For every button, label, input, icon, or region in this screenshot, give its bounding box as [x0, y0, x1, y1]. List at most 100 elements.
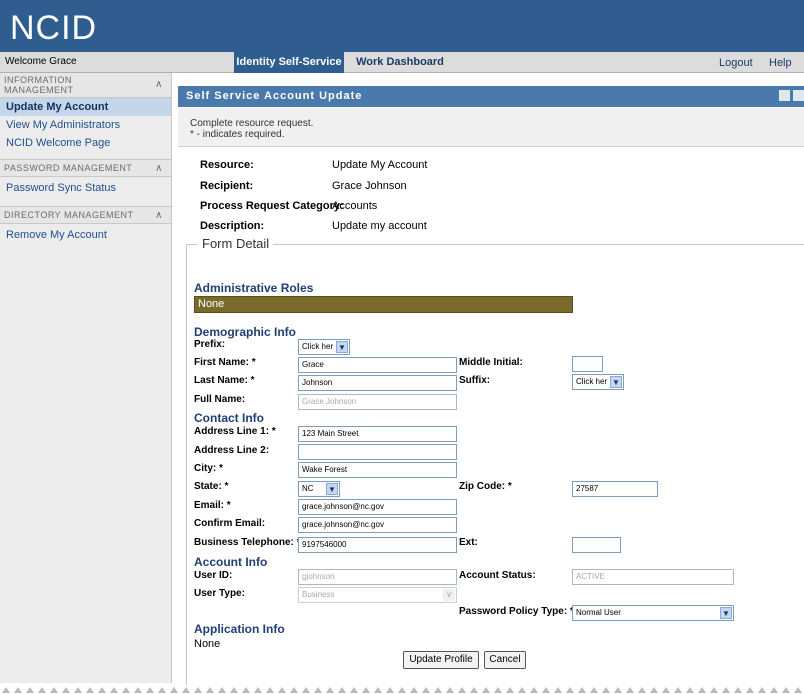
- sidebar-section-information-management[interactable]: INFORMATION MANAGEMENT ∧: [0, 73, 171, 98]
- user-type-select: Business ∨: [298, 587, 457, 603]
- city-field[interactable]: Wake Forest: [298, 462, 457, 478]
- sidebar-item-ncid-welcome-page[interactable]: NCID Welcome Page: [0, 134, 171, 152]
- edge-triangle: [206, 687, 214, 693]
- edge-triangle: [134, 687, 142, 693]
- demographic-info-heading: Demographic Info: [194, 325, 297, 339]
- edge-triangle: [410, 687, 418, 693]
- sidebar: INFORMATION MANAGEMENT ∧ Update My Accou…: [0, 73, 172, 683]
- edge-triangle: [710, 687, 718, 693]
- sidebar-item-remove-my-account[interactable]: Remove My Account: [0, 226, 171, 244]
- ext-field[interactable]: [572, 537, 621, 553]
- edge-triangle: [218, 687, 226, 693]
- address-line-2-field[interactable]: [298, 444, 457, 460]
- edge-triangle: [638, 687, 646, 693]
- tab-work-dashboard[interactable]: Work Dashboard: [350, 52, 450, 72]
- first-name-field[interactable]: Grace: [298, 357, 457, 373]
- edge-triangle: [626, 687, 634, 693]
- edge-triangle: [74, 687, 82, 693]
- address-line-2-label: Address Line 2:: [194, 445, 270, 456]
- chevron-up-icon[interactable]: ∧: [155, 210, 163, 221]
- intro-box: Complete resource request. * - indicates…: [178, 108, 804, 147]
- confirm-email-field[interactable]: grace.johnson@nc.gov: [298, 517, 457, 533]
- edge-triangle: [86, 687, 94, 693]
- confirm-email-label: Confirm Email:: [194, 518, 266, 529]
- first-name-label: First Name: *: [194, 357, 256, 368]
- chevron-up-icon[interactable]: ∧: [155, 79, 163, 90]
- edge-triangle: [518, 687, 526, 693]
- prefix-select[interactable]: Click her ▼: [298, 339, 350, 355]
- address-line-1-field[interactable]: 123 Main Street: [298, 426, 457, 442]
- sidebar-item-view-my-administrators[interactable]: View My Administrators: [0, 116, 171, 134]
- edge-triangle: [722, 687, 730, 693]
- suffix-select[interactable]: Click her ▼: [572, 374, 624, 390]
- edge-triangle: [38, 687, 46, 693]
- middle-initial-label: Middle Initial:: [459, 357, 523, 368]
- sidebar-section-title: INFORMATION: [4, 75, 72, 85]
- edge-triangle: [470, 687, 478, 693]
- cancel-button[interactable]: Cancel: [484, 651, 526, 669]
- category-value: Accounts: [332, 200, 378, 212]
- application-info-heading: Application Info: [194, 622, 285, 636]
- password-policy-type-value: Normal User: [576, 608, 621, 617]
- business-telephone-label: Business Telephone: *: [194, 537, 301, 548]
- edge-triangle: [314, 687, 322, 693]
- update-profile-button[interactable]: Update Profile: [403, 651, 479, 669]
- sidebar-section-password-management[interactable]: PASSWORD MANAGEMENT ∧: [0, 159, 171, 177]
- required-note: * - indicates required.: [190, 129, 285, 140]
- edge-triangle: [2, 687, 10, 693]
- panel-title: Self Service Account Update: [178, 86, 804, 107]
- address-line-1-label: Address Line 1: *: [194, 426, 276, 437]
- edge-triangle: [506, 687, 514, 693]
- user-id-field: gjohnson: [298, 569, 457, 585]
- application-info-value: None: [194, 638, 221, 650]
- edge-triangle: [398, 687, 406, 693]
- edge-triangle: [326, 687, 334, 693]
- edge-triangle: [290, 687, 298, 693]
- chevron-down-icon: ▼: [326, 483, 338, 495]
- logout-link[interactable]: Logout: [719, 57, 753, 69]
- sidebar-section-directory-management[interactable]: DIRECTORY MANAGEMENT ∧: [0, 206, 171, 224]
- state-select[interactable]: NC ▼: [298, 481, 340, 497]
- edge-triangle: [302, 687, 310, 693]
- edge-triangle: [662, 687, 670, 693]
- intro-text: Complete resource request.: [190, 118, 314, 129]
- chevron-down-icon: ▼: [336, 341, 348, 353]
- sidebar-item-password-sync-status[interactable]: Password Sync Status: [0, 179, 171, 197]
- state-select-value: NC: [302, 484, 314, 493]
- password-policy-type-select[interactable]: Normal User ▼: [572, 605, 734, 621]
- middle-initial-field[interactable]: [572, 356, 603, 372]
- email-field[interactable]: grace.johnson@nc.gov: [298, 499, 457, 515]
- edge-triangle: [566, 687, 574, 693]
- edge-triangle: [422, 687, 430, 693]
- business-telephone-field[interactable]: 9197546000: [298, 537, 457, 553]
- city-label: City: *: [194, 463, 223, 474]
- help-link[interactable]: Help: [769, 57, 792, 69]
- sidebar-item-update-my-account[interactable]: Update My Account: [0, 98, 171, 116]
- edge-triangle: [170, 687, 178, 693]
- edge-triangle: [686, 687, 694, 693]
- edge-triangle: [182, 687, 190, 693]
- zip-code-field[interactable]: 27587: [572, 481, 658, 497]
- edge-triangle: [98, 687, 106, 693]
- edge-triangle: [434, 687, 442, 693]
- edge-triangle: [494, 687, 502, 693]
- edge-triangle: [338, 687, 346, 693]
- edge-triangle: [254, 687, 262, 693]
- edge-triangle: [266, 687, 274, 693]
- edge-triangle: [62, 687, 70, 693]
- last-name-field[interactable]: Johnson: [298, 375, 457, 391]
- edge-triangle: [590, 687, 598, 693]
- minimize-icon[interactable]: [779, 90, 790, 101]
- description-value: Update my account: [332, 220, 427, 232]
- edge-triangle: [362, 687, 370, 693]
- edge-triangle: [50, 687, 58, 693]
- edge-triangle: [650, 687, 658, 693]
- edge-triangle: [350, 687, 358, 693]
- chevron-up-icon[interactable]: ∧: [155, 163, 163, 174]
- maximize-icon[interactable]: [793, 90, 804, 101]
- edge-triangle: [242, 687, 250, 693]
- tab-identity-self-service[interactable]: Identity Self-Service: [234, 52, 344, 73]
- resource-label: Resource:: [200, 159, 254, 171]
- recipient-label: Recipient:: [200, 180, 254, 192]
- edge-triangle: [446, 687, 454, 693]
